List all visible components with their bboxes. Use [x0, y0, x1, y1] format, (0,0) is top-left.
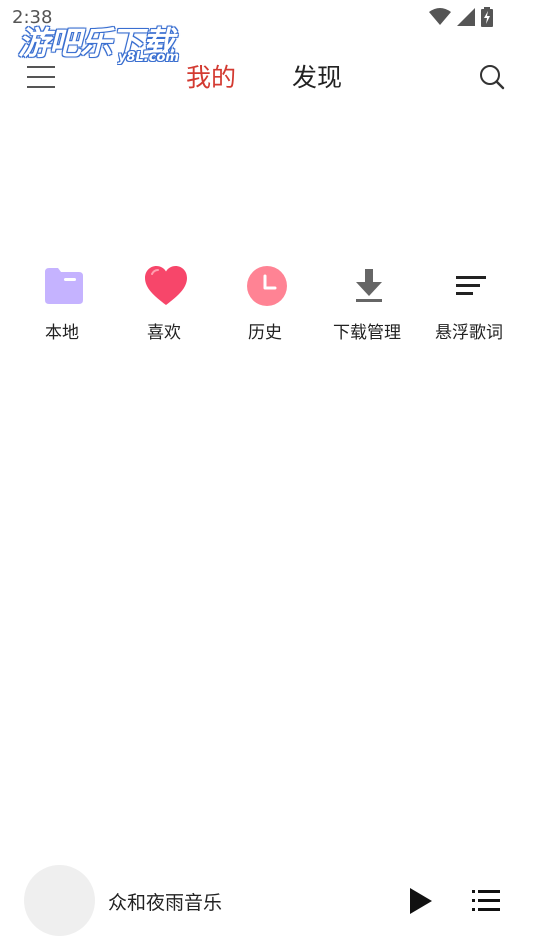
download-icon [356, 269, 382, 302]
action-local[interactable]: 本地 [12, 262, 112, 346]
main-tabs: 我的 发现 [0, 58, 533, 98]
tab-discover[interactable]: 发现 [292, 58, 342, 94]
status-icons [429, 7, 493, 27]
signal-icon [457, 8, 475, 26]
song-title[interactable]: 众和夜雨音乐 [108, 888, 222, 915]
playlist-icon [472, 890, 500, 911]
folder-icon [45, 268, 83, 304]
wifi-icon [429, 8, 451, 25]
action-history[interactable]: 历史 [215, 262, 315, 346]
clock-icon [247, 266, 287, 306]
playlist-button[interactable] [470, 887, 502, 915]
play-button[interactable] [405, 886, 435, 916]
album-cover[interactable] [24, 865, 95, 936]
tab-mine[interactable]: 我的 [186, 58, 236, 94]
search-icon [480, 65, 505, 90]
search-button[interactable] [478, 63, 506, 91]
quick-actions: 本地 喜欢 历史 下载管理 悬浮歌词 [0, 262, 533, 352]
action-label: 喜欢 [147, 323, 181, 343]
action-label: 历史 [248, 323, 282, 343]
action-label: 下载管理 [333, 323, 401, 343]
action-download-manager[interactable]: 下载管理 [317, 262, 417, 346]
action-floating-lyrics[interactable]: 悬浮歌词 [419, 262, 519, 346]
action-label: 本地 [45, 323, 79, 343]
mini-player[interactable]: 众和夜雨音乐 [0, 860, 533, 940]
play-icon [410, 888, 432, 914]
action-like[interactable]: 喜欢 [114, 262, 214, 346]
lyrics-icon [456, 276, 486, 295]
battery-charging-icon [481, 7, 493, 27]
heart-icon [145, 266, 187, 305]
action-label: 悬浮歌词 [435, 323, 503, 343]
